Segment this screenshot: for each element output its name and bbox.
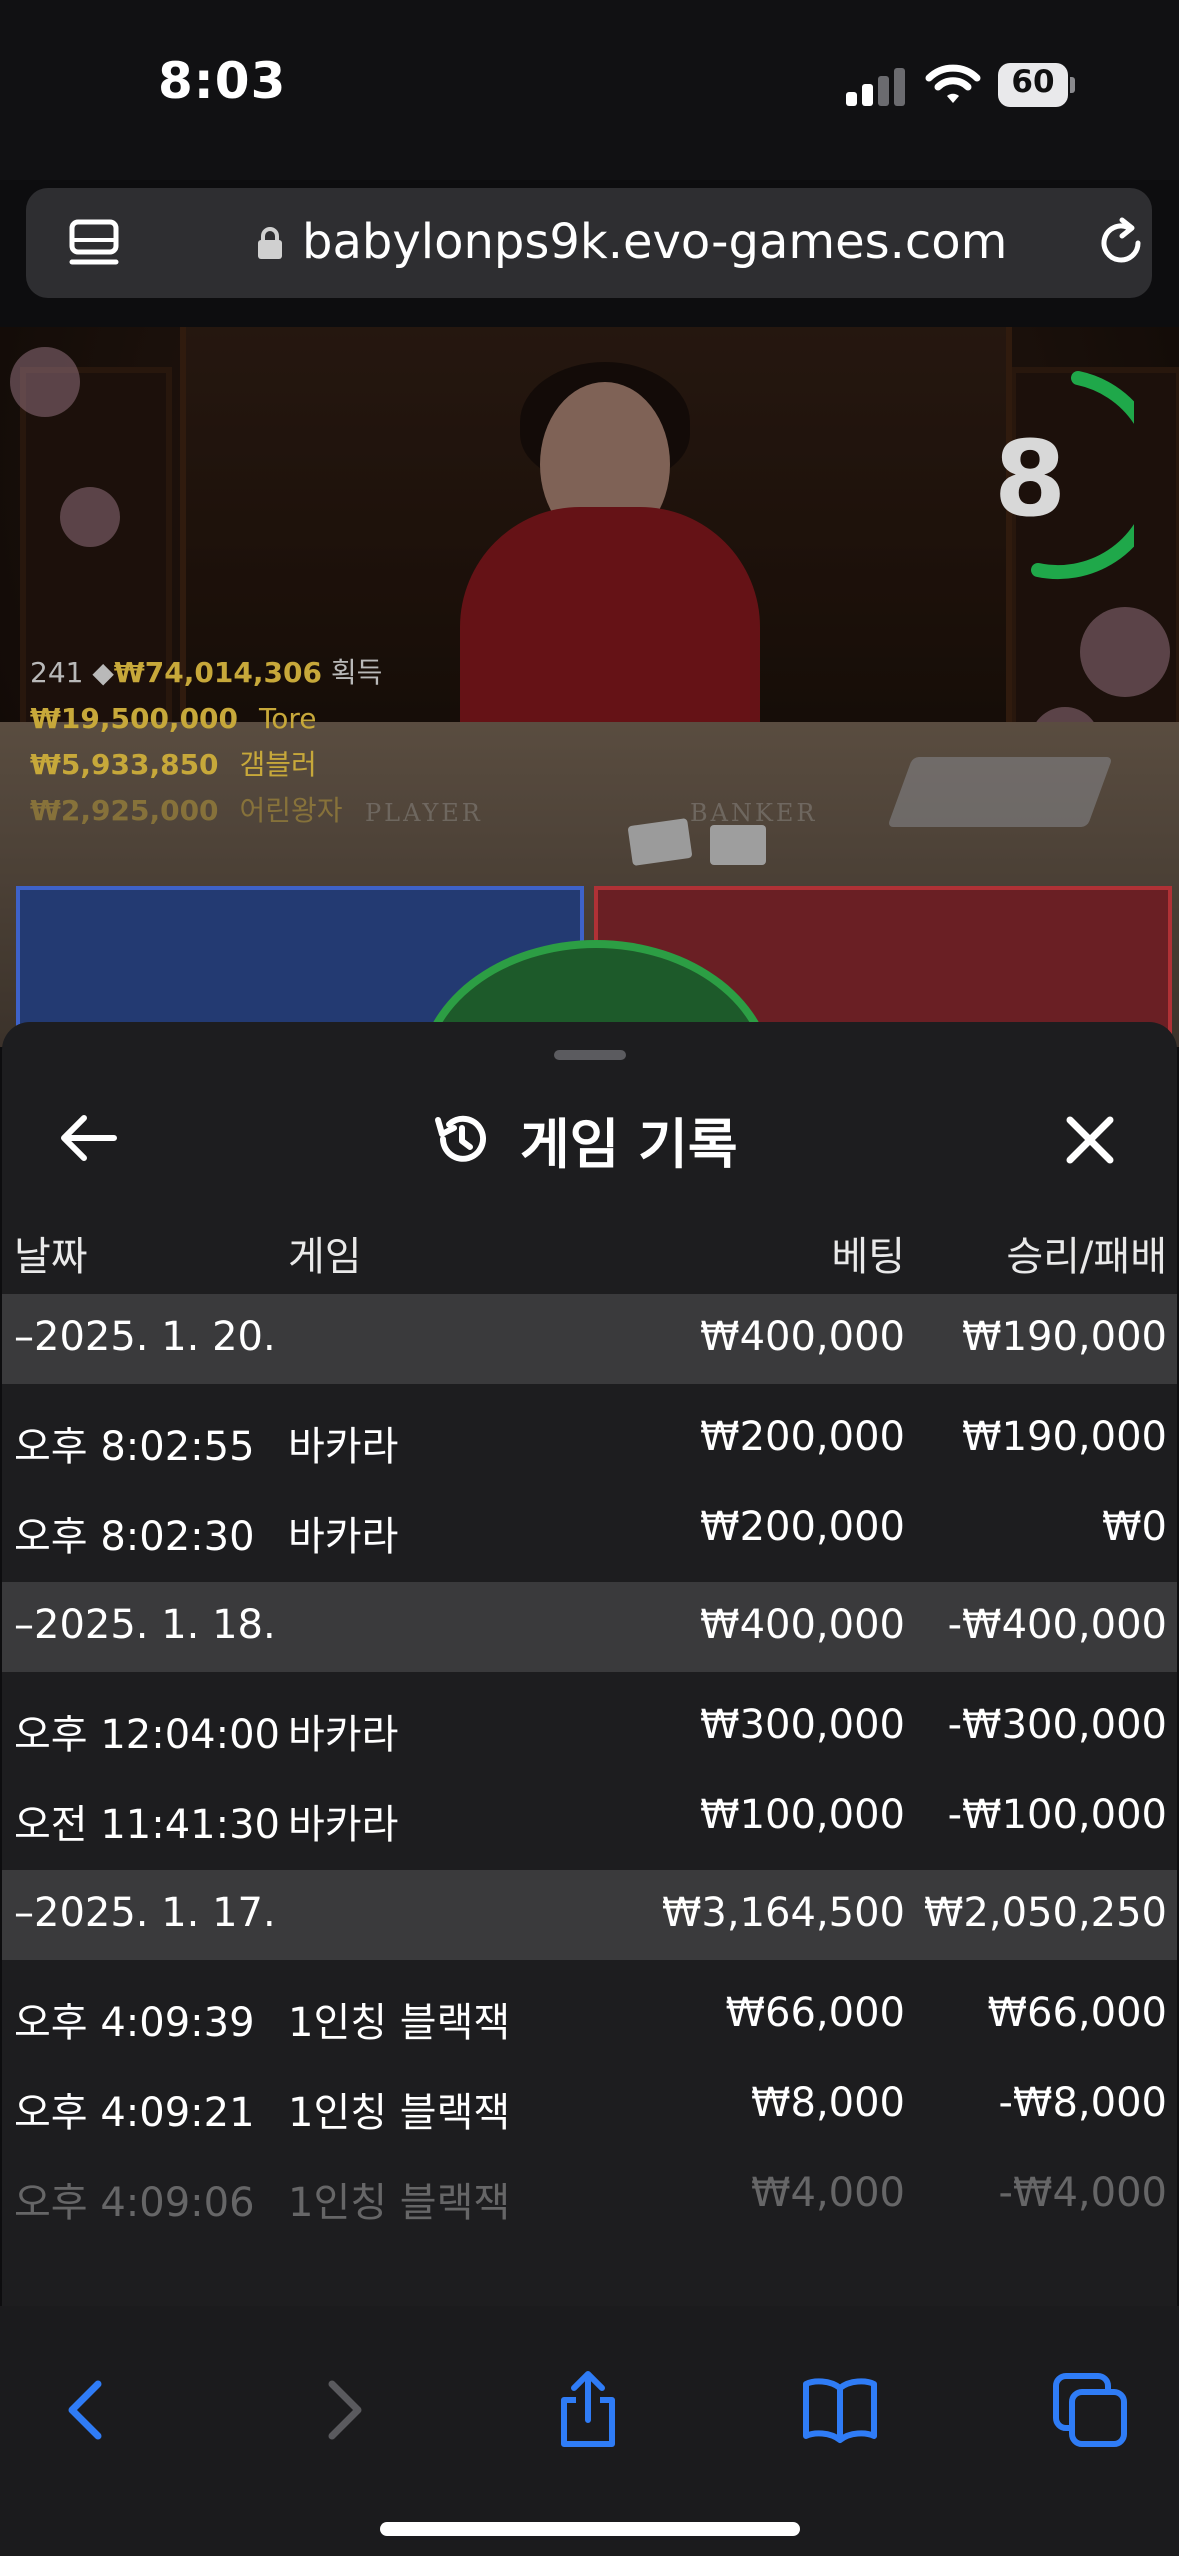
cell-date: 오후 8:02:55 <box>14 1424 255 1470</box>
bookmarks-icon[interactable] <box>800 2370 880 2450</box>
cell-date: 오후 4:09:06 <box>14 2180 255 2226</box>
sheet-title: 게임 기록 <box>520 1112 738 1176</box>
cell-bet: ₩3,164,500 <box>661 1890 905 1936</box>
history-icon <box>435 1115 486 1162</box>
date-group-row: –2025. 1. 18. ₩400,000 -₩400,000 <box>2 1582 1177 1672</box>
share-icon[interactable] <box>548 2370 628 2450</box>
game-history-sheet: 게임 기록 날짜 게임 베팅 승리/패배 –2025. 1. 20. ₩400,0… <box>2 1022 1177 2312</box>
total-winnings-row: 241 ◆₩74,014,306 획득 <box>30 650 382 696</box>
cell-result: -₩400,000 <box>947 1602 1167 1648</box>
cell-date: 오전 11:41:30 <box>14 1802 280 1848</box>
column-headers: 날짜 게임 베팅 승리/패배 <box>2 1214 1177 1286</box>
cell-game: 1인칭 블랙잭 <box>288 2090 511 2136</box>
history-row[interactable]: 오후 8:02:55 바카라 ₩200,000 ₩190,000 <box>2 1384 1177 1484</box>
history-row[interactable]: 오후 12:04:00 바카라 ₩300,000 -₩300,000 <box>2 1672 1177 1772</box>
back-arrow-icon[interactable] <box>54 1108 124 1168</box>
cell-result: -₩8,000 <box>998 2080 1168 2126</box>
cell-result: -₩4,000 <box>998 2170 1168 2216</box>
close-icon[interactable] <box>1062 1112 1118 1168</box>
cellular-signal-icon <box>846 66 906 106</box>
player-count: 241 <box>30 656 84 689</box>
cell-date: 오후 4:09:21 <box>14 2090 255 2136</box>
cell-game: 바카라 <box>288 1514 399 1560</box>
cell-result: ₩66,000 <box>987 1990 1167 2036</box>
cell-date: –2025. 1. 20. <box>14 1314 276 1360</box>
cell-date: 오후 12:04:00 <box>14 1712 280 1758</box>
winner-row: ₩2,925,000 어린왕자 <box>30 794 343 827</box>
wifi-icon <box>925 64 981 103</box>
date-group-row: –2025. 1. 20. ₩400,000 ₩190,000 <box>2 1294 1177 1384</box>
cell-date: –2025. 1. 18. <box>14 1602 276 1648</box>
total-winnings-label: 획득 <box>330 656 383 689</box>
history-list: –2025. 1. 20. ₩400,000 ₩190,000 오후 8:02:55 바… <box>2 1294 1177 2240</box>
sheet-header: 게임 기록 <box>2 1078 1177 1198</box>
address-bar[interactable]: babylonps9k.evo-games.com <box>26 188 1152 298</box>
sheet-grabber[interactable] <box>554 1050 626 1060</box>
status-bar: 8:03 60 <box>0 0 1179 180</box>
cell-bet: ₩200,000 <box>700 1414 905 1460</box>
cell-result: ₩190,000 <box>962 1314 1167 1360</box>
cell-result: ₩0 <box>1102 1504 1167 1550</box>
cell-bet: ₩300,000 <box>700 1702 905 1748</box>
cell-bet: ₩4,000 <box>750 2170 905 2216</box>
cell-game: 바카라 <box>288 1712 399 1758</box>
winner-row: ₩5,933,850 갬블러 <box>30 748 317 781</box>
status-time: 8:03 <box>158 52 287 110</box>
person-icon: ◆ <box>92 656 114 689</box>
total-winnings: ₩74,014,306 <box>113 656 322 689</box>
cell-game: 바카라 <box>288 1424 399 1470</box>
cell-result: -₩300,000 <box>947 1702 1167 1748</box>
reader-mode-icon[interactable] <box>66 216 126 272</box>
cell-bet: ₩400,000 <box>700 1602 905 1648</box>
cell-bet: ₩100,000 <box>700 1792 905 1838</box>
cell-game: 1인칭 블랙잭 <box>288 2180 511 2226</box>
cell-game: 바카라 <box>288 1802 399 1848</box>
history-row[interactable]: 오후 8:02:30 바카라 ₩200,000 ₩0 <box>2 1484 1177 1574</box>
cell-date: 오후 8:02:30 <box>14 1514 255 1560</box>
reload-icon[interactable] <box>1094 216 1148 270</box>
history-row[interactable]: 오후 4:09:06 1인칭 블랙잭 ₩4,000 -₩4,000 <box>2 2150 1177 2240</box>
battery-icon: 60 <box>998 63 1075 107</box>
cell-result: ₩2,050,250 <box>923 1890 1167 1936</box>
history-row[interactable]: 오후 4:09:21 1인칭 블랙잭 ₩8,000 -₩8,000 <box>2 2060 1177 2150</box>
battery-percent: 60 <box>1011 64 1055 100</box>
column-header-date: 날짜 <box>14 1234 88 1280</box>
cell-game: 1인칭 블랙잭 <box>288 2000 511 2046</box>
cell-bet: ₩400,000 <box>700 1314 905 1360</box>
column-header-game: 게임 <box>288 1234 362 1280</box>
winners-overlay: 241 ◆₩74,014,306 획득 ₩19,500,000 Tore ₩5,… <box>30 650 382 834</box>
cell-bet: ₩8,000 <box>750 2080 905 2126</box>
cell-bet: ₩200,000 <box>700 1504 905 1550</box>
lock-icon <box>258 227 282 259</box>
cell-date: –2025. 1. 17. <box>14 1890 276 1936</box>
home-indicator <box>380 2522 800 2536</box>
chevron-right-icon[interactable] <box>302 2370 382 2450</box>
browser-toolbar <box>0 2306 1179 2556</box>
tabs-icon[interactable] <box>1050 2370 1130 2450</box>
column-header-result: 승리/패배 <box>1006 1234 1167 1280</box>
cell-result: ₩190,000 <box>962 1414 1167 1460</box>
cell-bet: ₩66,000 <box>725 1990 905 2036</box>
chevron-left-icon[interactable] <box>48 2370 128 2450</box>
column-header-bet: 베팅 <box>831 1234 905 1280</box>
cell-result: -₩100,000 <box>947 1792 1167 1838</box>
date-group-row: –2025. 1. 17. ₩3,164,500 ₩2,050,250 <box>2 1870 1177 1960</box>
cell-date: 오후 4:09:39 <box>14 2000 255 2046</box>
url-text[interactable]: babylonps9k.evo-games.com <box>302 214 1007 270</box>
history-row[interactable]: 오전 11:41:30 바카라 ₩100,000 -₩100,000 <box>2 1772 1177 1862</box>
history-row[interactable]: 오후 4:09:39 1인칭 블랙잭 ₩66,000 ₩66,000 <box>2 1960 1177 2060</box>
countdown-timer: 8 <box>993 418 1067 540</box>
winner-row: ₩19,500,000 Tore <box>30 702 317 735</box>
